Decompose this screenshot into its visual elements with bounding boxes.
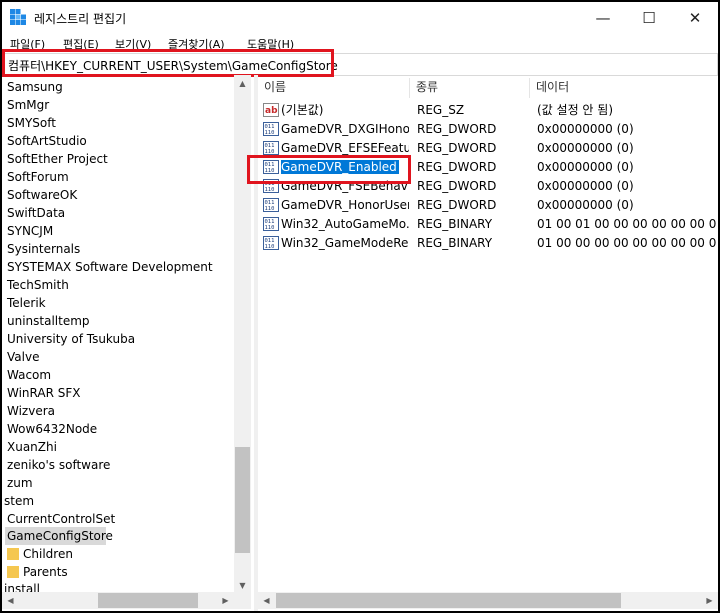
- tree-item-children[interactable]: Children: [23, 545, 73, 563]
- registry-editor-icon: [10, 9, 26, 25]
- tree-item[interactable]: SwiftData: [7, 204, 65, 222]
- svg-text:110: 110: [265, 244, 275, 250]
- tree-item[interactable]: Valve: [7, 348, 39, 366]
- svg-text:110: 110: [265, 130, 275, 136]
- value-data: 0x00000000 (0): [537, 198, 634, 212]
- tree-item[interactable]: SmMgr: [7, 96, 49, 114]
- tree-item-parents[interactable]: Parents: [23, 563, 68, 581]
- value-type: REG_DWORD: [417, 122, 497, 136]
- binary-value-icon: 011 110: [263, 141, 279, 155]
- values-horizontal-scrollbar[interactable]: ◀ ▶: [258, 592, 718, 609]
- tree-item[interactable]: University of Tsukuba: [7, 330, 135, 348]
- value-data: 0x00000000 (0): [537, 141, 634, 155]
- value-type: REG_DWORD: [417, 160, 497, 174]
- tree-item[interactable]: SoftEther Project: [7, 150, 108, 168]
- column-divider[interactable]: [529, 78, 530, 98]
- value-type: REG_SZ: [417, 103, 465, 117]
- value-type: REG_DWORD: [417, 198, 497, 212]
- tree-item[interactable]: TechSmith: [7, 276, 69, 294]
- minimize-button[interactable]: —: [580, 2, 626, 34]
- tree-item-system[interactable]: stem: [4, 492, 34, 510]
- svg-text:110: 110: [265, 187, 275, 193]
- svg-text:110: 110: [265, 225, 275, 231]
- value-highlight-box: [247, 155, 411, 184]
- value-type: REG_DWORD: [417, 141, 497, 155]
- tree-item[interactable]: XuanZhi: [7, 438, 57, 456]
- close-button[interactable]: ✕: [672, 2, 718, 34]
- table-row[interactable]: ab (기본값) REG_SZ (값 설정 안 됨): [258, 101, 718, 120]
- binary-value-icon: 011 110: [263, 122, 279, 136]
- tree-item[interactable]: Wacom: [7, 366, 51, 384]
- registry-editor-window: 레지스트리 편집기 — ☐ ✕ 파일(F) 편집(E) 보기(V) 즐겨찾기(A…: [2, 2, 718, 611]
- column-header-name[interactable]: 이름: [264, 75, 286, 99]
- scroll-up-icon[interactable]: ▲: [234, 75, 251, 92]
- tree-item[interactable]: Sysinternals: [7, 240, 80, 258]
- table-row[interactable]: 011 110 GameDVR_HonorUser... REG_DWORD 0x…: [258, 196, 718, 215]
- folder-icon: [7, 548, 19, 560]
- tree-item-current-control-set[interactable]: CurrentControlSet: [7, 510, 115, 528]
- scroll-left-icon[interactable]: ◀: [258, 592, 275, 609]
- value-data: 0x00000000 (0): [537, 179, 634, 193]
- address-highlight-box: [2, 49, 334, 77]
- tree-scroll-thumb[interactable]: [235, 447, 250, 553]
- tree-item[interactable]: uninstalltemp: [7, 312, 90, 330]
- svg-text:110: 110: [265, 206, 275, 212]
- table-row[interactable]: 011 110 Win32_AutoGameMo... REG_BINARY 01…: [258, 215, 718, 234]
- value-name: (기본값): [281, 103, 324, 117]
- svg-text:ab: ab: [265, 106, 278, 116]
- tree-item[interactable]: SoftArtStudio: [7, 132, 87, 150]
- column-header-data[interactable]: 데이터: [536, 75, 569, 99]
- tree-item[interactable]: SYNCJM: [7, 222, 53, 240]
- tree-horizontal-scrollbar[interactable]: ◀ ▶: [2, 592, 251, 609]
- tree-hscroll-thumb[interactable]: [98, 593, 198, 608]
- value-data: (값 설정 안 됨): [537, 103, 614, 117]
- tree-vertical-scrollbar[interactable]: ▲ ▼: [234, 75, 251, 594]
- tree-item[interactable]: Wizvera: [7, 402, 55, 420]
- scroll-left-icon[interactable]: ◀: [2, 592, 19, 609]
- tree-item[interactable]: SoftForum: [7, 168, 69, 186]
- value-name: Win32_AutoGameMo...: [281, 217, 409, 231]
- column-header-type[interactable]: 종류: [416, 75, 438, 99]
- tree-item[interactable]: SoftwareOK: [7, 186, 77, 204]
- scroll-right-icon[interactable]: ▶: [217, 592, 234, 609]
- tree-item[interactable]: Samsung: [7, 78, 63, 96]
- value-name: Win32_GameModeRel...: [281, 236, 409, 250]
- tree-item[interactable]: SYSTEMAX Software Development: [7, 258, 213, 276]
- value-data: 01 00 01 00 00 00 00 00 00 00: [537, 217, 717, 231]
- tree-item[interactable]: Wow6432Node: [7, 420, 97, 438]
- string-value-icon: ab: [263, 103, 279, 117]
- column-divider[interactable]: [409, 78, 410, 98]
- title-bar[interactable]: 레지스트리 편집기 — ☐ ✕: [2, 2, 718, 34]
- tree-item-gameconfigstore[interactable]: GameConfigStore: [7, 527, 113, 545]
- value-type: REG_BINARY: [417, 236, 493, 250]
- folder-icon: [7, 566, 19, 578]
- value-type: REG_BINARY: [417, 217, 493, 231]
- maximize-button[interactable]: ☐: [626, 2, 672, 34]
- tree-item[interactable]: WinRAR SFX: [7, 384, 81, 402]
- value-type: REG_DWORD: [417, 179, 497, 193]
- tree-item[interactable]: Telerik: [7, 294, 46, 312]
- value-data: 0x00000000 (0): [537, 160, 634, 174]
- binary-value-icon: 011 110: [263, 217, 279, 231]
- tree-item[interactable]: SMYSoft: [7, 114, 56, 132]
- value-data: 0x00000000 (0): [537, 122, 634, 136]
- window-title: 레지스트리 편집기: [34, 12, 127, 26]
- values-hscroll-thumb[interactable]: [276, 593, 621, 608]
- binary-value-icon: 011 110: [263, 236, 279, 250]
- value-data: 01 00 00 00 00 00 00 00 00 00: [537, 236, 717, 250]
- value-name: GameDVR_DXGIHono...: [281, 122, 409, 136]
- table-row[interactable]: 011 110 Win32_GameModeRel... REG_BINARY 0…: [258, 234, 718, 253]
- table-row[interactable]: 011 110 GameDVR_DXGIHono... REG_DWORD 0x0…: [258, 120, 718, 139]
- tree-item[interactable]: zeniko's software: [7, 456, 110, 474]
- key-tree-pane[interactable]: Samsung SmMgr SMYSoft SoftArtStudio Soft…: [2, 75, 254, 611]
- scroll-right-icon[interactable]: ▶: [701, 592, 718, 609]
- binary-value-icon: 011 110: [263, 198, 279, 212]
- tree-item[interactable]: zum: [7, 474, 33, 492]
- value-name: GameDVR_HonorUser...: [281, 198, 409, 212]
